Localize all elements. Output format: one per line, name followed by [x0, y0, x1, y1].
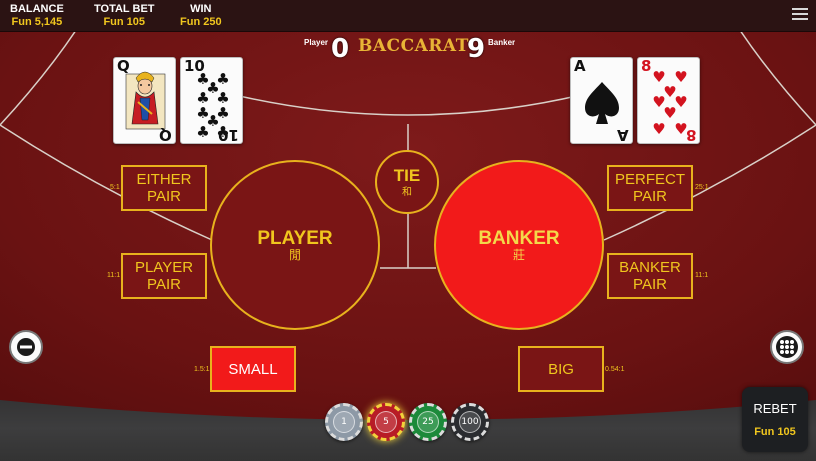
- banker-bet-label: BANKER: [478, 227, 560, 249]
- perfect-pair-bet[interactable]: PERFECT PAIR: [607, 165, 693, 211]
- player-chinese-label: 閒: [288, 247, 301, 262]
- player-pair-label-1: PLAYER: [134, 259, 194, 276]
- player-pair-payout: 11:1: [107, 272, 121, 279]
- banker-card-1: A A: [570, 57, 633, 144]
- rebet-amount: Fun 105: [754, 426, 796, 438]
- small-bet[interactable]: SMALL: [210, 346, 296, 392]
- rebet-label: REBET: [753, 401, 797, 416]
- small-payout: 1.5:1: [194, 366, 210, 373]
- banker-pair-bet[interactable]: BANKER PAIR: [607, 253, 693, 299]
- balance-label: BALANCE: [10, 3, 64, 15]
- balance-value: Fun 5,145: [11, 16, 63, 28]
- banker-pair-label-1: BANKER: [619, 259, 681, 276]
- either-pair-payout: 5:1: [110, 184, 120, 191]
- hamburger-menu-icon[interactable]: [792, 8, 808, 22]
- chip-100[interactable]: 100: [451, 403, 489, 441]
- chip-100-value: 100: [459, 411, 481, 433]
- top-bar: BALANCE Fun 5,145 TOTAL BET Fun 105 WIN …: [0, 0, 816, 32]
- game-title: BACCARAT: [358, 36, 469, 56]
- big-label: BIG: [548, 360, 574, 378]
- banker-pair-payout: 11:1: [695, 272, 709, 279]
- tie-chinese-label: 和: [402, 186, 412, 198]
- player-bet-label: PLAYER: [257, 227, 333, 249]
- player-card-2: 10 ♣ ♣ ♣ ♣ ♣ ♣ ♣ ♣ ♣ ♣ 10: [180, 57, 243, 144]
- perfect-pair-label-2: PAIR: [633, 188, 667, 205]
- total-bet-value: Fun 105: [103, 16, 146, 28]
- either-pair-label-1: EITHER: [136, 171, 192, 188]
- zoom-out-button[interactable]: [9, 330, 43, 364]
- banker-pair-label-2: PAIR: [633, 276, 667, 293]
- big-bet[interactable]: BIG: [518, 346, 604, 392]
- perfect-pair-label-1: PERFECT: [614, 171, 685, 188]
- svg-text:♣: ♣: [196, 123, 209, 141]
- either-pair-label-2: PAIR: [147, 188, 181, 205]
- roadmap-button[interactable]: [770, 330, 804, 364]
- player-score-label: Player: [304, 38, 329, 47]
- banker-chinese-label: 莊: [512, 247, 525, 262]
- player-bet[interactable]: PLAYER 閒: [210, 160, 380, 330]
- tie-label: TIE: [393, 165, 421, 185]
- minus-icon: [17, 338, 35, 356]
- chip-5-selected[interactable]: 5: [367, 403, 405, 441]
- rebet-button[interactable]: REBET Fun 105: [742, 387, 808, 452]
- big-payout: 0.54:1: [605, 366, 625, 373]
- banker-card-2: 8 ♥ ♥ ♥ ♥ ♥ ♥ ♥ ♥ 8: [637, 57, 700, 144]
- chip-5-value: 5: [375, 411, 397, 433]
- total-bet-label: TOTAL BET: [94, 3, 155, 15]
- chip-25[interactable]: 25: [409, 403, 447, 441]
- small-label: SMALL: [228, 360, 278, 378]
- either-pair-bet[interactable]: EITHER PAIR: [121, 165, 207, 211]
- win-display: WIN Fun 250: [180, 3, 222, 29]
- player-score: 0: [331, 34, 350, 64]
- card-rank-bottom: 8: [685, 126, 696, 144]
- player-pair-label-2: PAIR: [147, 276, 181, 293]
- balance-display: BALANCE Fun 5,145: [10, 3, 64, 29]
- tie-bet[interactable]: TIE 和: [375, 150, 439, 214]
- total-bet-display: TOTAL BET Fun 105: [94, 3, 155, 29]
- banker-bet[interactable]: BANKER 莊: [434, 160, 604, 330]
- banker-score-label: Banker: [488, 38, 516, 47]
- card-rank-bottom: Q: [159, 126, 172, 144]
- grid-dots-icon: [776, 336, 798, 358]
- win-value: Fun 250: [180, 16, 222, 28]
- chip-25-value: 25: [417, 411, 439, 433]
- player-pair-bet[interactable]: PLAYER PAIR: [121, 253, 207, 299]
- card-rank-bottom: 10: [218, 126, 239, 144]
- player-card-1: Q Q: [113, 57, 176, 144]
- perfect-pair-payout: 25:1: [695, 184, 709, 191]
- banker-score: 9: [467, 34, 486, 64]
- chip-1[interactable]: 1: [325, 403, 363, 441]
- chip-1-value: 1: [333, 411, 355, 433]
- svg-text:♥: ♥: [652, 120, 665, 138]
- win-label: WIN: [190, 3, 212, 15]
- card-rank-bottom: A: [617, 126, 629, 144]
